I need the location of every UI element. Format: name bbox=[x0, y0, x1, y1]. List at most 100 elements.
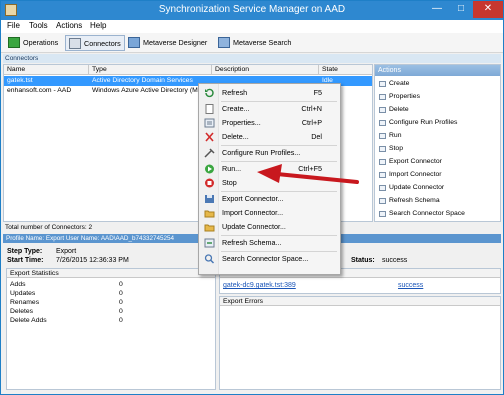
menu-item-update-connector[interactable]: Update Connector... bbox=[201, 220, 338, 234]
connectors-label: Connectors bbox=[84, 39, 121, 48]
metaverse-search-label: Metaverse Search bbox=[233, 38, 292, 47]
column-header-description[interactable]: Description bbox=[212, 65, 319, 75]
stat-row: Renames 0 bbox=[10, 299, 123, 306]
menu-item-delete[interactable]: Delete... Del bbox=[201, 130, 338, 144]
action-icon bbox=[379, 198, 386, 204]
delete-icon bbox=[205, 132, 214, 142]
actions-panel: Actions Create Properties Delete Configu… bbox=[374, 64, 501, 222]
action-icon bbox=[379, 94, 386, 100]
action-run[interactable]: Run bbox=[378, 131, 401, 141]
connectors-icon bbox=[69, 38, 81, 49]
export-statistics-panel: Export Statistics Adds 0 Updates 0 Renames… bbox=[6, 268, 216, 390]
action-label: Refresh Schema bbox=[389, 197, 440, 204]
stat-row: Deletes 0 bbox=[10, 308, 123, 315]
maximize-button[interactable]: □ bbox=[449, 1, 473, 18]
action-export-connector[interactable]: Export Connector bbox=[378, 157, 442, 167]
action-label: Run bbox=[389, 132, 402, 139]
action-refresh-schema[interactable]: Refresh Schema bbox=[378, 196, 440, 206]
export-statistics-header: Export Statistics bbox=[7, 269, 215, 278]
start-time-value: 7/26/2015 12:36:33 PM bbox=[56, 257, 129, 264]
actions-header: Actions bbox=[375, 65, 500, 76]
app-window: Synchronization Service Manager on AAD —… bbox=[0, 0, 504, 395]
properties-icon bbox=[204, 118, 215, 128]
metaverse-designer-icon bbox=[128, 37, 140, 48]
update-icon bbox=[204, 224, 215, 232]
menu-item-properties[interactable]: Properties... Ctrl+P bbox=[201, 116, 338, 130]
action-label: Create bbox=[389, 80, 410, 87]
stat-row: Adds 0 bbox=[10, 281, 123, 288]
menu-item-run[interactable]: Run... Ctrl+F5 bbox=[201, 162, 338, 176]
cell-name: enhansoft.com - AAD bbox=[7, 87, 72, 94]
menu-item-create[interactable]: Create... Ctrl+N bbox=[201, 102, 338, 116]
action-icon bbox=[379, 146, 386, 152]
column-header-state[interactable]: State bbox=[319, 65, 372, 75]
menu-tools[interactable]: Tools bbox=[29, 21, 48, 30]
metaverse-designer-button[interactable]: Metaverse Designer bbox=[125, 35, 210, 51]
menu-actions[interactable]: Actions bbox=[56, 21, 82, 30]
stat-row: Delete Adds 0 bbox=[10, 317, 123, 324]
connection-server-link[interactable]: gatek-dc9.gatek.tst:389 bbox=[223, 281, 296, 290]
connectors-button[interactable]: Connectors bbox=[65, 35, 125, 51]
column-header-type[interactable]: Type bbox=[89, 65, 212, 75]
action-create[interactable]: Create bbox=[378, 79, 409, 89]
export-icon bbox=[205, 195, 214, 203]
metaverse-search-button[interactable]: Metaverse Search bbox=[215, 35, 294, 51]
action-icon bbox=[379, 185, 386, 191]
title-bar: Synchronization Service Manager on AAD —… bbox=[1, 1, 503, 20]
operations-icon bbox=[8, 37, 20, 48]
minimize-button[interactable]: — bbox=[425, 1, 449, 18]
action-label: Search Connector Space bbox=[389, 210, 465, 217]
start-time-label: Start Time: bbox=[7, 257, 44, 264]
cell-type: Active Directory Domain Services bbox=[92, 77, 193, 84]
action-configure-run-profiles[interactable]: Configure Run Profiles bbox=[378, 118, 457, 128]
import-icon bbox=[204, 210, 215, 218]
context-menu: Refresh F5 Create... Ctrl+N Properties... C… bbox=[198, 83, 341, 275]
step-type-label: Step Type: bbox=[7, 248, 43, 255]
action-update-connector[interactable]: Update Connector bbox=[378, 183, 444, 193]
configure-icon bbox=[204, 148, 215, 158]
menu-item-stop[interactable]: Stop bbox=[201, 176, 338, 190]
action-stop[interactable]: Stop bbox=[378, 144, 403, 154]
status-label: Status: bbox=[351, 257, 375, 264]
export-errors-header: Export Errors bbox=[220, 297, 500, 306]
action-import-connector[interactable]: Import Connector bbox=[378, 170, 442, 180]
menu-help[interactable]: Help bbox=[90, 21, 106, 30]
column-header-name[interactable]: Name bbox=[4, 65, 89, 75]
action-icon bbox=[379, 81, 386, 87]
menu-file[interactable]: File bbox=[7, 21, 20, 30]
action-label: Stop bbox=[389, 145, 403, 152]
status-value: success bbox=[382, 257, 408, 264]
action-label: Update Connector bbox=[389, 184, 445, 191]
action-icon bbox=[379, 211, 386, 217]
action-icon bbox=[379, 120, 386, 126]
action-icon bbox=[379, 159, 386, 165]
menu-item-search-connector-space[interactable]: Search Connector Space... bbox=[201, 252, 338, 266]
action-icon bbox=[379, 107, 386, 113]
menu-item-export-connector[interactable]: Export Connector... bbox=[201, 192, 338, 206]
operations-button[interactable]: Operations bbox=[5, 35, 61, 51]
menu-item-refresh-schema[interactable]: Refresh Schema... bbox=[201, 236, 338, 250]
step-type-value: Export bbox=[56, 248, 77, 255]
close-button[interactable]: ✕ bbox=[473, 1, 503, 18]
create-icon bbox=[205, 104, 214, 114]
metaverse-search-icon bbox=[218, 37, 230, 48]
toolbar: Operations Connectors Metaverse Designer… bbox=[1, 33, 503, 53]
action-icon bbox=[379, 133, 386, 139]
action-properties[interactable]: Properties bbox=[378, 92, 420, 102]
menu-item-configure-run-profiles[interactable]: Configure Run Profiles... bbox=[201, 146, 338, 160]
operations-label: Operations bbox=[23, 38, 59, 47]
action-label: Import Connector bbox=[389, 171, 442, 178]
action-label: Delete bbox=[389, 106, 409, 113]
menu-bar: File Tools Actions Help bbox=[1, 20, 503, 33]
menu-item-import-connector[interactable]: Import Connector... bbox=[201, 206, 338, 220]
connection-result-link[interactable]: success bbox=[398, 281, 423, 290]
cell-name: gatek.tst bbox=[7, 77, 33, 84]
menu-item-refresh[interactable]: Refresh F5 bbox=[201, 86, 338, 100]
action-search-connector-space[interactable]: Search Connector Space bbox=[378, 209, 465, 219]
run-icon bbox=[205, 164, 214, 174]
action-delete[interactable]: Delete bbox=[378, 105, 409, 115]
stat-row: Updates 0 bbox=[10, 290, 123, 297]
action-label: Properties bbox=[389, 93, 420, 100]
export-errors-panel: Export Errors bbox=[219, 296, 501, 390]
search-icon bbox=[204, 254, 215, 264]
